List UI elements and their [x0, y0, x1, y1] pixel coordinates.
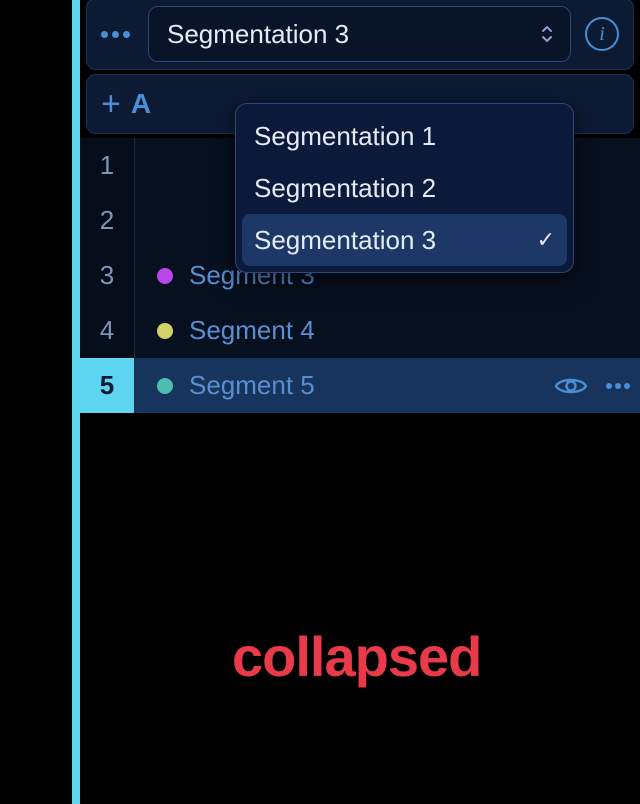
- dropdown-option-label: Segmentation 2: [254, 173, 436, 204]
- segmentation-dropdown: Segmentation 1 Segmentation 2 Segmentati…: [235, 103, 574, 273]
- check-icon: ✓: [537, 227, 555, 253]
- segment-row[interactable]: 4 Segment 4: [80, 303, 640, 358]
- segment-actions: [554, 374, 630, 398]
- segmentation-select[interactable]: Segmentation 3: [148, 6, 571, 62]
- segment-index: 4: [80, 303, 135, 358]
- segmentation-select-value: Segmentation 3: [167, 19, 349, 50]
- dropdown-option-segmentation-3[interactable]: Segmentation 3 ✓: [242, 214, 567, 266]
- info-button[interactable]: i: [585, 17, 619, 51]
- segmentation-panel: Appearance Settings Segmentation 3 i + A…: [80, 0, 640, 804]
- dropdown-option-label: Segmentation 1: [254, 121, 436, 152]
- segment-index: 1: [80, 138, 135, 193]
- segment-index: 3: [80, 248, 135, 303]
- segment-label: Segment 5: [189, 370, 315, 401]
- plus-icon: +: [101, 87, 121, 121]
- visibility-toggle[interactable]: [554, 374, 588, 398]
- segment-more-button[interactable]: [606, 383, 630, 389]
- segment-color-swatch: [157, 268, 173, 284]
- segment-color-swatch: [157, 378, 173, 394]
- annotation-text: collapsed: [232, 624, 481, 689]
- dropdown-option-segmentation-2[interactable]: Segmentation 2: [242, 162, 567, 214]
- dropdown-option-segmentation-1[interactable]: Segmentation 1: [242, 110, 567, 162]
- more-options-button[interactable]: [101, 31, 130, 38]
- segment-index: 5: [80, 358, 135, 413]
- segment-row-active[interactable]: 5 Segment 5: [80, 358, 640, 413]
- dropdown-option-label: Segmentation 3: [254, 225, 436, 256]
- select-chevrons-icon: [540, 25, 554, 43]
- panel-accent-bar: [72, 0, 80, 804]
- segment-body: Segment 4: [135, 303, 640, 358]
- segmentation-select-row: Segmentation 3 i: [86, 0, 634, 70]
- segment-color-swatch: [157, 323, 173, 339]
- segment-index: 2: [80, 193, 135, 248]
- segment-label: Segment 4: [189, 315, 315, 346]
- add-segment-label: A: [131, 88, 151, 120]
